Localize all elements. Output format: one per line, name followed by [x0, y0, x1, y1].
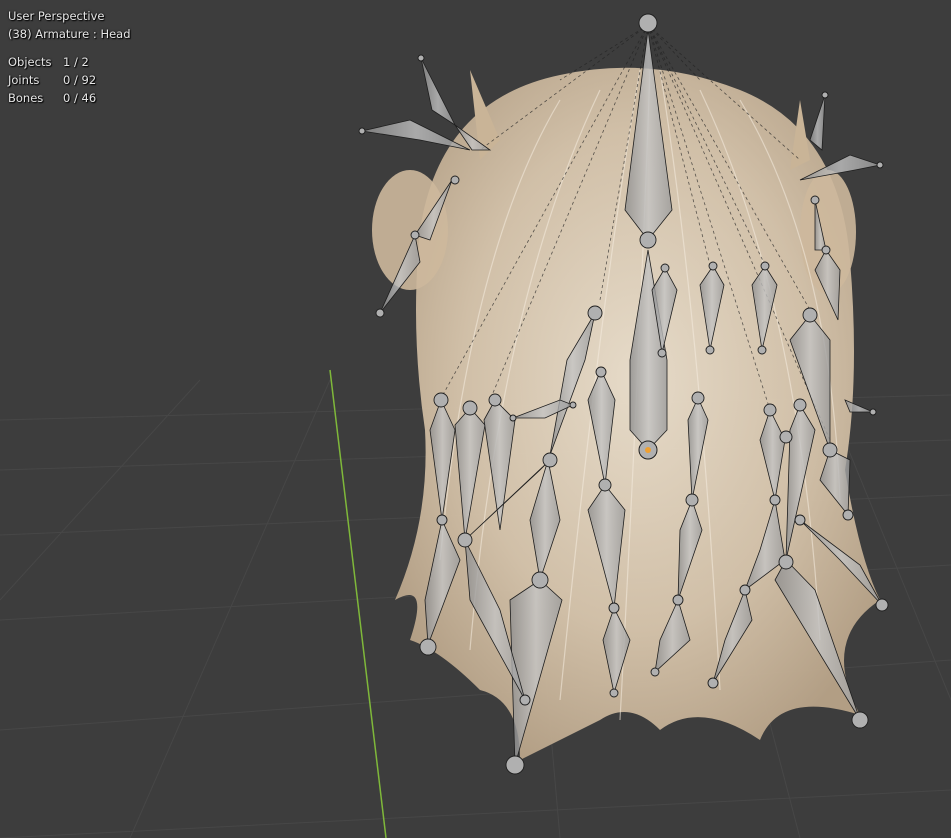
- stat-bones: Bones 0 / 46: [8, 89, 131, 107]
- view-name: User Perspective: [8, 9, 105, 23]
- stat-label: Bones: [8, 91, 44, 105]
- stat-value: 0 / 92: [63, 73, 97, 87]
- viewport-info-overlay: User Perspective (38) Armature : Head Ob…: [8, 7, 131, 107]
- stat-label: Objects: [8, 55, 52, 69]
- stat-joints: Joints 0 / 92: [8, 71, 131, 89]
- active-joint[interactable]: [638, 440, 658, 460]
- stat-value: 1 / 2: [63, 55, 89, 69]
- stat-objects: Objects 1 / 2: [8, 53, 131, 71]
- 3d-viewport[interactable]: [0, 0, 951, 838]
- y-axis-line: [329, 369, 387, 838]
- stat-value: 0 / 46: [63, 91, 97, 105]
- joint-root: [638, 13, 658, 33]
- active-object-label: (38) Armature : Head: [8, 27, 131, 41]
- stat-label: Joints: [8, 73, 40, 87]
